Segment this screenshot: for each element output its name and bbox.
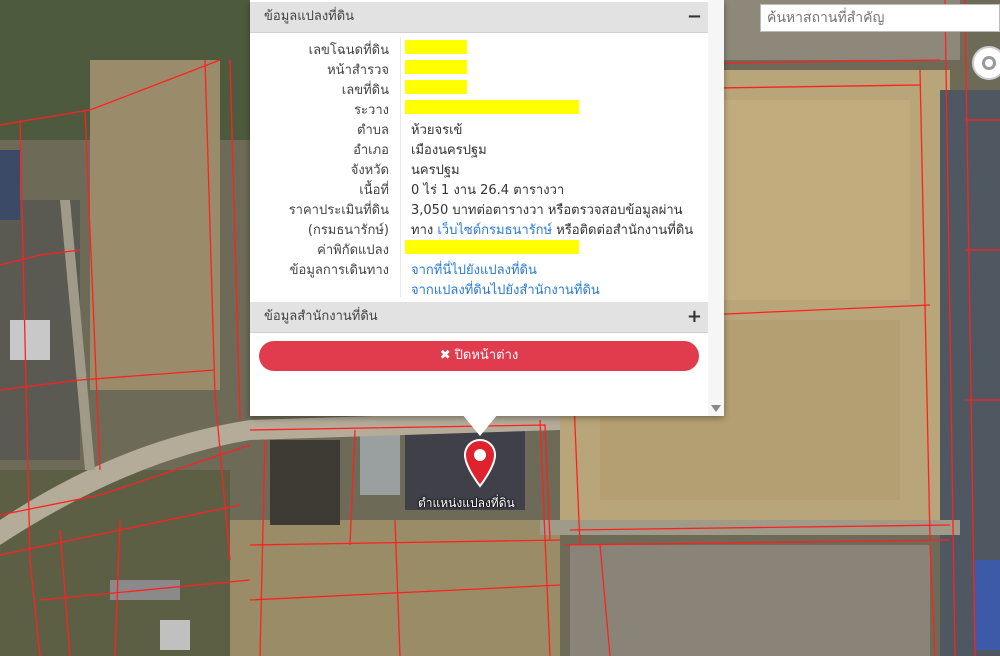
info-row: เลขที่ดิน (250, 77, 708, 98)
row-divider (400, 137, 401, 157)
expand-icon[interactable]: + (687, 302, 702, 332)
row-divider (400, 157, 401, 177)
redacted-value (405, 80, 467, 94)
marker-label: ตำแหน่งแปลงที่ดิน (418, 496, 515, 510)
parcel-info-popup: ข้อมูลแปลงที่ดิน − เลขโฉนดที่ดิน หน้าสำรว… (250, 0, 724, 416)
redacted-value (405, 40, 467, 54)
collapse-icon[interactable]: − (687, 2, 702, 32)
row-divider (400, 57, 401, 77)
row-divider (400, 217, 401, 237)
info-row: ค่าพิกัดแปลง (250, 237, 708, 258)
info-row: เลขโฉนดที่ดิน (250, 37, 708, 58)
locate-icon[interactable] (972, 46, 1000, 80)
popup-scrollbar[interactable] (708, 0, 724, 416)
close-window-label: ปิดหน้าต่าง (454, 348, 519, 363)
land-office-section-title: ข้อมูลสำนักงานที่ดิน (264, 309, 378, 324)
popup-pointer (462, 414, 498, 436)
row-divider (400, 117, 401, 137)
treasury-website-link[interactable]: เว็บไซต์กรมธนารักษ์ (437, 223, 552, 238)
scroll-down-icon[interactable] (711, 405, 721, 412)
info-row: (กรมธนารักษ์) ทาง เว็บไซต์กรมธนารักษ์ หรื… (250, 217, 708, 238)
row-divider (400, 257, 401, 277)
row-divider (400, 97, 401, 117)
row-divider (400, 37, 401, 57)
info-row: จังหวัด นครปฐม (250, 157, 708, 178)
info-value-prefix: ทาง (411, 223, 438, 238)
parcel-info-table: เลขโฉนดที่ดิน หน้าสำรวจ เลขที่ดิน ระวาง ตำบล… (250, 33, 708, 300)
redacted-value (405, 100, 579, 114)
info-row: หน้าสำรวจ (250, 57, 708, 78)
parcel-info-section-header[interactable]: ข้อมูลแปลงที่ดิน − (250, 2, 708, 33)
row-divider (400, 197, 401, 217)
redacted-value (405, 60, 467, 74)
map-pin-icon[interactable] (463, 438, 497, 488)
row-divider (400, 77, 401, 97)
redacted-value (405, 240, 579, 254)
info-row: จากแปลงที่ดินไปยังสำนักงานที่ดิน (250, 277, 708, 300)
row-divider (400, 237, 401, 257)
info-row: ระวาง (250, 97, 708, 118)
parcel-info-section-title: ข้อมูลแปลงที่ดิน (264, 9, 355, 24)
popup-content: ข้อมูลแปลงที่ดิน − เลขโฉนดที่ดิน หน้าสำรว… (250, 0, 708, 416)
land-office-section-header[interactable]: ข้อมูลสำนักงานที่ดิน + (250, 302, 708, 333)
info-row: ตำบล ห้วยจรเข้ (250, 117, 708, 138)
close-icon: ✖ (439, 348, 451, 363)
row-divider (400, 177, 401, 197)
close-window-button[interactable]: ✖ ปิดหน้าต่าง (259, 341, 699, 371)
info-value-suffix: หรือติดต่อสำนักงานที่ดิน (552, 223, 694, 238)
info-row: อำเภอ เมืองนครปฐม (250, 137, 708, 158)
row-divider (400, 277, 401, 297)
info-row: เนื้อที่ 0 ไร่ 1 งาน 26.4 ตารางวา (250, 177, 708, 198)
info-row: ราคาประเมินที่ดิน 3,050 บาทต่อตารางวา หรื… (250, 197, 708, 218)
info-row: ข้อมูลการเดินทาง จากที่นี่ไปยังแปลงที่ดิน (250, 257, 708, 278)
directions-link[interactable]: จากแปลงที่ดินไปยังสำนักงานที่ดิน (411, 279, 600, 300)
landmark-search-input[interactable] (760, 4, 1000, 32)
